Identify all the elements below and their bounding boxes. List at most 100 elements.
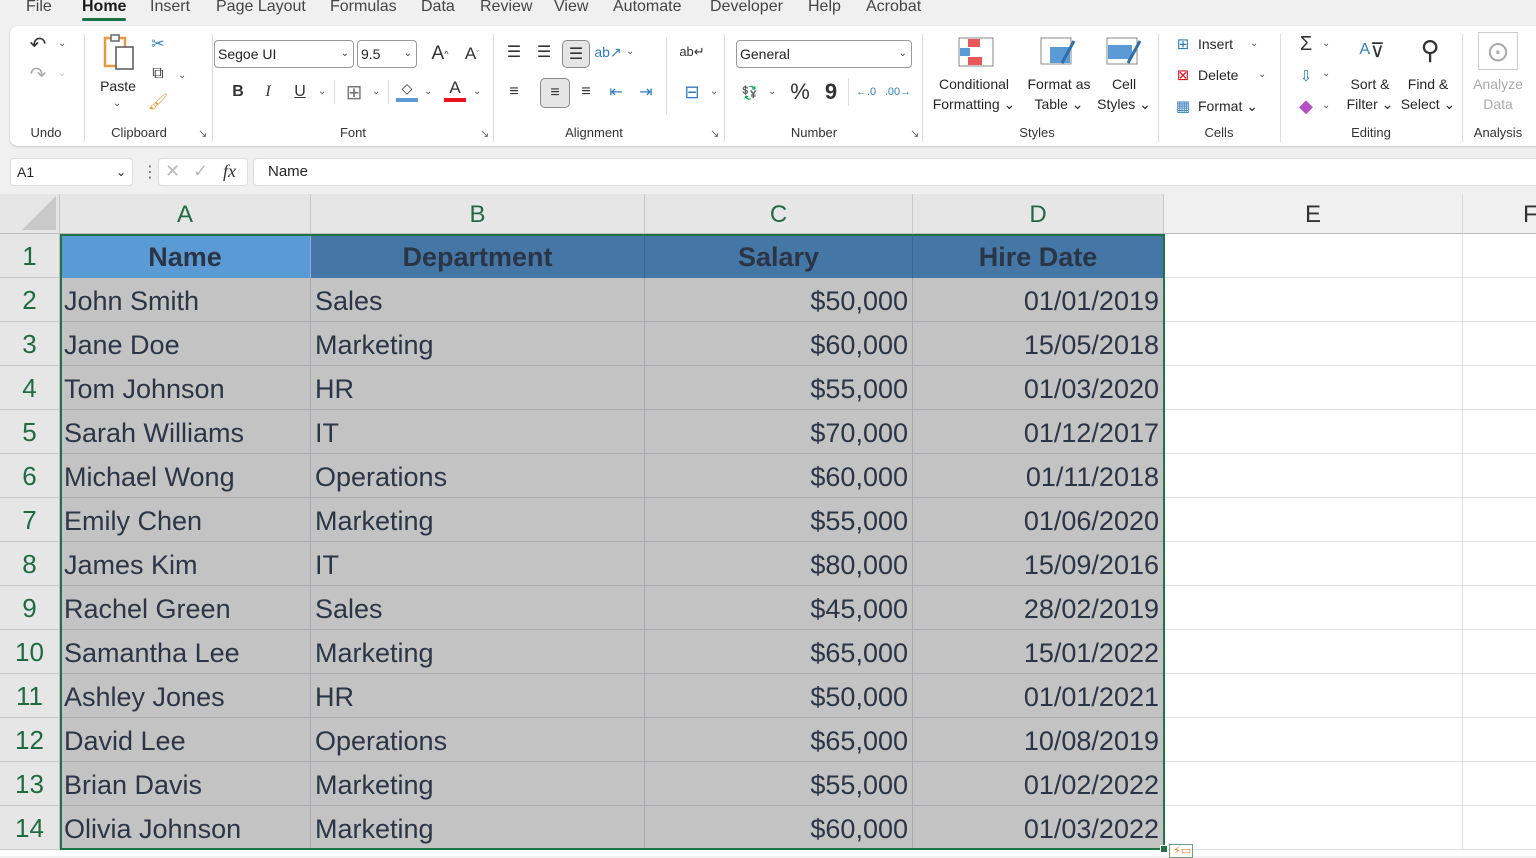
table-cell[interactable]: James Kim <box>60 542 311 586</box>
empty-cell[interactable] <box>1463 542 1536 586</box>
empty-cell[interactable] <box>1164 322 1463 366</box>
table-header-cell[interactable]: Salary <box>645 234 913 278</box>
table-cell[interactable]: Tom Johnson <box>60 366 311 410</box>
empty-cell[interactable] <box>1463 630 1536 674</box>
conditional-formatting-button[interactable]: Conditional Formatting ⌄ <box>928 26 1020 118</box>
empty-cell[interactable] <box>1164 630 1463 674</box>
table-cell[interactable]: 01/11/2018 <box>913 454 1164 498</box>
empty-cell[interactable] <box>1164 410 1463 454</box>
fill-color-icon[interactable]: ◇ <box>396 78 418 102</box>
find-select-button[interactable]: ⚲ Find & Select ⌄ <box>1400 26 1456 118</box>
column-header-f[interactable]: F <box>1463 194 1536 234</box>
column-header-b[interactable]: B <box>311 194 645 234</box>
table-cell[interactable]: Rachel Green <box>60 586 311 630</box>
underline-button[interactable]: U <box>290 80 310 104</box>
table-cell[interactable]: Jane Doe <box>60 322 311 366</box>
tab-data[interactable]: Data <box>421 0 455 16</box>
table-cell[interactable]: $55,000 <box>645 366 913 410</box>
decrease-indent-icon[interactable]: ⇤ <box>604 80 628 104</box>
row-header-14[interactable]: 14 <box>0 806 60 850</box>
name-box[interactable]: A1 ⌄ <box>10 158 133 186</box>
row-header-9[interactable]: 9 <box>0 586 60 630</box>
table-cell[interactable]: Sarah Williams <box>60 410 311 454</box>
table-cell[interactable]: Sales <box>311 278 645 322</box>
row-header-1[interactable]: 1 <box>0 234 60 278</box>
accounting-dropdown-icon[interactable]: ⌄ <box>768 86 776 97</box>
table-cell[interactable]: $70,000 <box>645 410 913 454</box>
formula-bar-resize-handle[interactable]: ⋮ <box>142 162 158 182</box>
empty-cell[interactable] <box>1164 674 1463 718</box>
row-header-7[interactable]: 7 <box>0 498 60 542</box>
table-cell[interactable]: Sales <box>311 586 645 630</box>
copy-dropdown-icon[interactable]: ⌄ <box>178 70 186 81</box>
format-as-table-button[interactable]: Format as Table ⌄ <box>1024 26 1094 118</box>
table-cell[interactable]: 01/03/2020 <box>913 366 1164 410</box>
row-header-2[interactable]: 2 <box>0 278 60 322</box>
table-cell[interactable]: $50,000 <box>645 278 913 322</box>
empty-cell[interactable] <box>1164 278 1463 322</box>
row-header-10[interactable]: 10 <box>0 630 60 674</box>
empty-cell[interactable] <box>1463 454 1536 498</box>
table-cell[interactable]: 15/05/2018 <box>913 322 1164 366</box>
row-header-4[interactable]: 4 <box>0 366 60 410</box>
select-all-button[interactable] <box>0 194 60 234</box>
number-format-select[interactable]: General ⌄ <box>736 40 912 68</box>
align-right-icon[interactable]: ≡ <box>574 80 598 104</box>
table-cell[interactable]: $60,000 <box>645 322 913 366</box>
align-top-icon[interactable]: ☰ <box>502 40 526 64</box>
enter-icon[interactable]: ✓ <box>193 161 208 182</box>
increase-indent-icon[interactable]: ⇥ <box>634 80 658 104</box>
table-cell[interactable]: Marketing <box>311 322 645 366</box>
orientation-dropdown-icon[interactable]: ⌄ <box>626 46 634 57</box>
comma-style-button[interactable]: 9 <box>820 79 842 104</box>
format-cells-button[interactable]: ▦ Format ⌄ <box>1172 96 1272 118</box>
font-launcher-icon[interactable]: ↘ <box>480 127 489 140</box>
table-cell[interactable]: 15/01/2022 <box>913 630 1164 674</box>
empty-cell[interactable] <box>1463 234 1536 278</box>
borders-dropdown-icon[interactable]: ⌄ <box>372 86 380 97</box>
column-header-e[interactable]: E <box>1164 194 1463 234</box>
clear-dropdown-icon[interactable]: ⌄ <box>1322 100 1330 111</box>
align-middle-icon[interactable]: ☰ <box>532 40 556 64</box>
table-cell[interactable]: Michael Wong <box>60 454 311 498</box>
paste-dropdown-icon[interactable]: ⌄ <box>113 98 121 109</box>
fill-handle[interactable] <box>1160 845 1168 853</box>
undo-icon[interactable]: ↶ <box>26 32 50 56</box>
row-header-13[interactable]: 13 <box>0 762 60 806</box>
empty-cell[interactable] <box>1164 586 1463 630</box>
table-cell[interactable]: $65,000 <box>645 630 913 674</box>
increase-decimal-icon[interactable]: ←.0 <box>854 80 878 104</box>
fill-color-dropdown-icon[interactable]: ⌄ <box>424 86 432 97</box>
clipboard-launcher-icon[interactable]: ↘ <box>198 127 207 140</box>
table-cell[interactable]: $50,000 <box>645 674 913 718</box>
tab-developer[interactable]: Developer <box>710 0 783 16</box>
accounting-format-icon[interactable]: 💱 <box>738 82 762 104</box>
table-cell[interactable]: 01/06/2020 <box>913 498 1164 542</box>
empty-cell[interactable] <box>1463 322 1536 366</box>
alignment-launcher-icon[interactable]: ↘ <box>710 127 719 140</box>
table-cell[interactable]: 28/02/2019 <box>913 586 1164 630</box>
empty-cell[interactable] <box>1463 762 1536 806</box>
column-header-a[interactable]: A <box>60 194 311 234</box>
redo-dropdown-icon[interactable]: ⌄ <box>58 68 66 79</box>
row-header-8[interactable]: 8 <box>0 542 60 586</box>
empty-cell[interactable] <box>1164 366 1463 410</box>
sort-filter-button[interactable]: A ⊽ Sort & Filter ⌄ <box>1342 26 1398 118</box>
table-cell[interactable]: $80,000 <box>645 542 913 586</box>
table-cell[interactable]: HR <box>311 366 645 410</box>
align-center-icon[interactable]: ≡ <box>540 78 570 108</box>
underline-dropdown-icon[interactable]: ⌄ <box>318 86 326 97</box>
empty-cell[interactable] <box>1164 542 1463 586</box>
table-header-cell[interactable]: Department <box>311 234 645 278</box>
table-header-cell[interactable]: Hire Date <box>913 234 1164 278</box>
table-cell[interactable]: 10/08/2019 <box>913 718 1164 762</box>
table-cell[interactable]: 01/03/2022 <box>913 806 1164 850</box>
empty-cell[interactable] <box>1463 410 1536 454</box>
wrap-text-icon[interactable]: ab↵ <box>679 40 704 64</box>
table-cell[interactable]: Marketing <box>311 498 645 542</box>
row-header-5[interactable]: 5 <box>0 410 60 454</box>
cancel-icon[interactable]: ✕ <box>165 161 180 182</box>
table-cell[interactable]: David Lee <box>60 718 311 762</box>
align-bottom-icon[interactable]: ☰ <box>562 40 590 68</box>
table-cell[interactable]: Operations <box>311 718 645 762</box>
